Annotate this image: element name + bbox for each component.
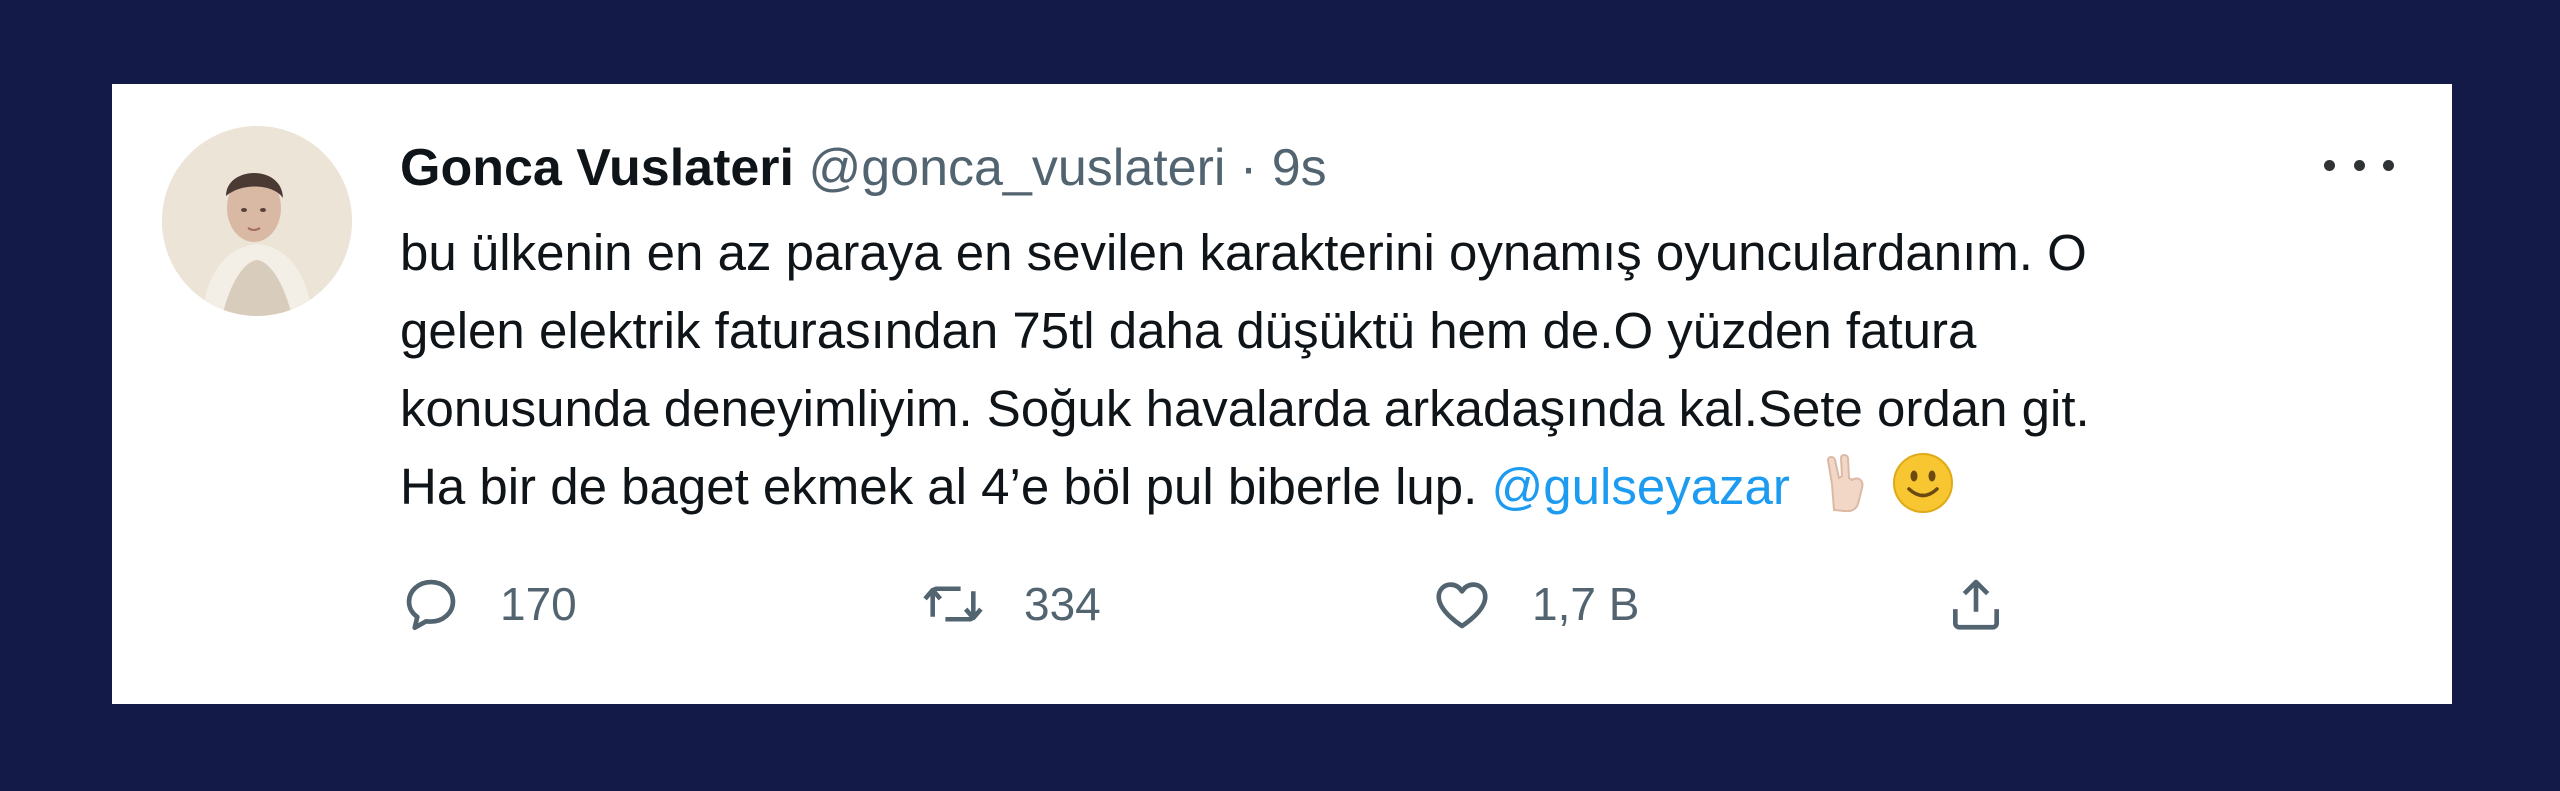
handle[interactable]: @gonca_vuslateri [808,139,1225,197]
tweet-header: Gonca Vuslateri @gonca_vuslateri · 9s [400,132,1327,204]
tweet-text: bu ülkenin en az paraya en sevilen karak… [400,214,2400,536]
tweet-text-final: Ha bir de baget ekmek al 4’e böl pul bib… [400,458,1478,515]
avatar-image [162,126,352,316]
reply-button[interactable]: 170 [400,564,577,644]
tweet-text-line: konusunda deneyimliyim. Soğuk havalarda … [400,380,2090,437]
more-dot [2383,159,2394,171]
more-dot [2353,159,2365,171]
tweet-text-line: bu ülkenin en az paraya en sevilen karak… [400,224,2087,281]
share-button[interactable] [1945,564,2007,644]
like-button[interactable]: 1,7 B [1430,564,1639,644]
smiling-face-emoji [1892,452,1954,536]
retweet-icon [920,573,986,635]
tweet-text-line-last: Ha bir de baget ekmek al 4’e böl pul bib… [400,448,2400,536]
rock-on-hand-emoji [1820,454,1872,534]
like-count: 1,7 B [1532,578,1640,630]
reply-icon [400,573,462,635]
avatar[interactable] [162,126,352,316]
timestamp[interactable]: 9s [1272,139,1327,197]
separator: · [1239,139,1258,197]
tweet-actions: 170 334 1,7 B [400,564,2200,644]
mention-link[interactable]: @gulseyazar [1492,458,1790,515]
more-icon[interactable] [2324,150,2394,180]
like-icon [1430,573,1494,635]
reply-count: 170 [500,578,577,630]
display-name[interactable]: Gonca Vuslateri [400,139,794,197]
tweet-text-line: gelen elektrik faturasından 75tl daha dü… [400,302,1977,359]
tweet-card[interactable]: Gonca Vuslateri @gonca_vuslateri · 9s bu… [112,84,2452,704]
retweet-button[interactable]: 334 [920,564,1101,644]
more-dot [2324,159,2335,171]
share-icon [1945,573,2007,635]
retweet-count: 334 [1024,578,1101,630]
